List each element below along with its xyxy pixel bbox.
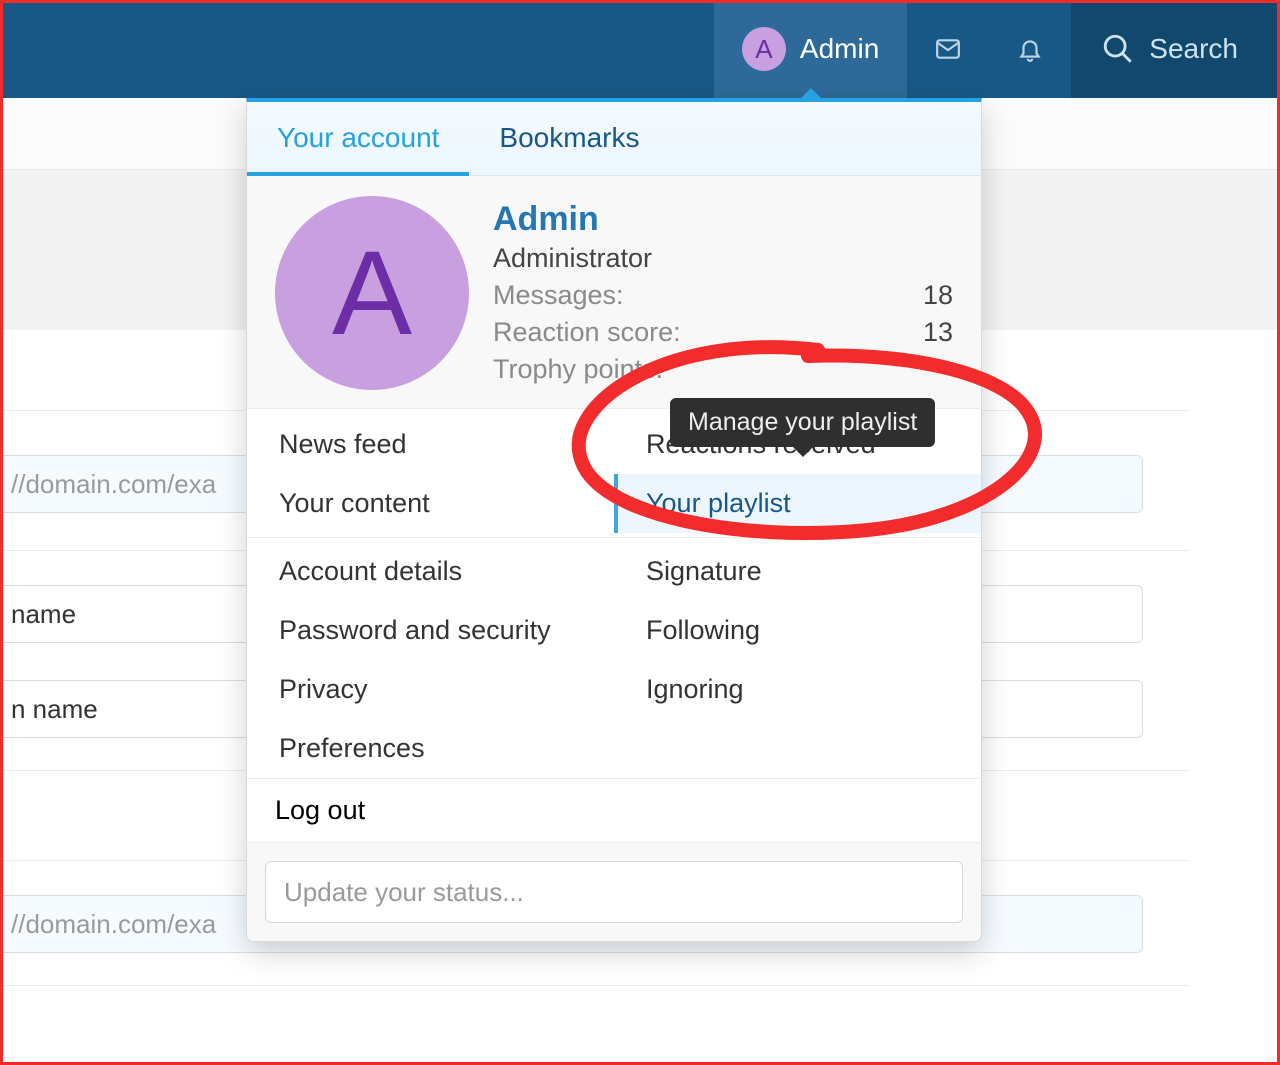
tab-your-account[interactable]: Your account bbox=[247, 102, 469, 176]
nav-user-menu[interactable]: A Admin bbox=[714, 0, 907, 98]
link-ignoring[interactable]: Ignoring bbox=[614, 660, 981, 719]
nav-user-label: Admin bbox=[800, 33, 879, 65]
envelope-icon bbox=[935, 32, 961, 66]
dropdown-tabs: Your account Bookmarks bbox=[247, 102, 981, 176]
search-button[interactable]: Search bbox=[1071, 0, 1280, 98]
link-your-content[interactable]: Your content bbox=[247, 474, 614, 533]
topbar: A Admin Search bbox=[0, 0, 1280, 98]
link-log-out[interactable]: Log out bbox=[247, 778, 981, 842]
stat-label: Messages: bbox=[493, 280, 624, 311]
bell-icon bbox=[1017, 32, 1043, 66]
stat-reaction: Reaction score: 13 bbox=[493, 317, 953, 348]
profile-meta: Admin Administrator Messages: 18 Reactio… bbox=[493, 196, 953, 390]
stat-value: 13 bbox=[923, 317, 953, 348]
search-label: Search bbox=[1149, 33, 1238, 65]
stat-value: 18 bbox=[923, 280, 953, 311]
link-password-security[interactable]: Password and security bbox=[247, 601, 614, 660]
divider bbox=[247, 537, 981, 538]
search-icon bbox=[1101, 32, 1135, 66]
stat-trophy: Trophy points: bbox=[493, 354, 953, 385]
inbox-button[interactable] bbox=[907, 0, 989, 98]
link-following[interactable]: Following bbox=[614, 601, 981, 660]
link-signature[interactable]: Signature bbox=[614, 542, 981, 601]
dropdown-links: News feed Reactions received Your conten… bbox=[247, 409, 981, 778]
profile-name[interactable]: Admin bbox=[493, 200, 953, 239]
avatar-large[interactable]: A bbox=[275, 196, 469, 390]
tab-bookmarks[interactable]: Bookmarks bbox=[469, 102, 669, 175]
avatar: A bbox=[742, 27, 786, 71]
bg-row bbox=[3, 985, 1190, 986]
alerts-button[interactable] bbox=[989, 0, 1071, 98]
link-your-playlist[interactable]: Your playlist bbox=[614, 474, 981, 533]
link-news-feed[interactable]: News feed bbox=[247, 415, 614, 474]
stat-label: Reaction score: bbox=[493, 317, 681, 348]
stat-messages: Messages: 18 bbox=[493, 280, 953, 311]
link-account-details[interactable]: Account details bbox=[247, 542, 614, 601]
tooltip-manage-playlist: Manage your playlist bbox=[670, 398, 935, 447]
status-input[interactable] bbox=[265, 861, 963, 923]
link-privacy[interactable]: Privacy bbox=[247, 660, 614, 719]
profile-block: A Admin Administrator Messages: 18 React… bbox=[247, 176, 981, 409]
status-area bbox=[247, 842, 981, 941]
profile-role: Administrator bbox=[493, 243, 953, 274]
link-preferences[interactable]: Preferences bbox=[247, 719, 614, 778]
stat-label: Trophy points: bbox=[493, 354, 663, 385]
account-dropdown: Your account Bookmarks A Admin Administr… bbox=[246, 98, 982, 942]
